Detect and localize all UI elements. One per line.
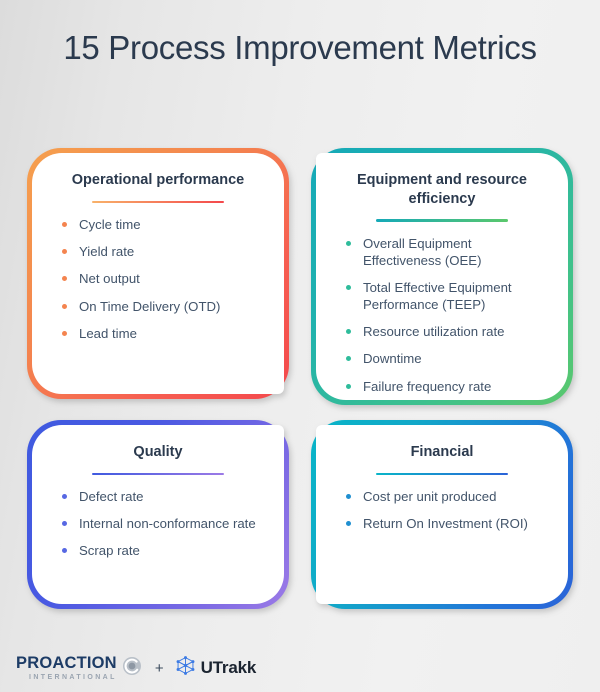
card-inner: Quality Defect rate Internal non-conform…	[32, 425, 284, 604]
list-item: Downtime	[346, 350, 548, 367]
card-title-quality: Quality	[133, 444, 183, 460]
plus-separator: +	[154, 659, 164, 677]
proaction-wordmark: PROACTION INTERNATIONAL	[16, 655, 117, 681]
metric-list-equipment-and-resource-efficiency: Overall Equipment Effectiveness (OEE) To…	[332, 235, 552, 395]
list-item: Lead time	[62, 325, 264, 342]
card-inner: Financial Cost per unit produced Return …	[316, 425, 568, 604]
list-item: Yield rate	[62, 243, 264, 260]
proaction-subtitle: INTERNATIONAL	[28, 673, 117, 681]
list-item: On Time Delivery (OTD)	[62, 298, 264, 315]
cube-network-icon	[175, 655, 196, 681]
list-item: Cycle time	[62, 216, 264, 233]
list-item: Defect rate	[62, 488, 264, 505]
card-operational-performance: Operational performance Cycle time Yield…	[27, 148, 289, 399]
card-divider	[92, 472, 224, 476]
card-quality: Quality Defect rate Internal non-conform…	[27, 420, 289, 609]
metric-list-operational-performance: Cycle time Yield rate Net output On Time…	[48, 216, 268, 342]
utrakk-name: UTrakk	[200, 658, 257, 677]
list-item: Resource utilization rate	[346, 323, 548, 340]
logo-proaction-international: PROACTION INTERNATIONAL	[16, 655, 142, 681]
list-item: Failure frequency rate	[346, 378, 548, 395]
card-inner: Equipment and resource efficiency Overal…	[316, 153, 568, 400]
proaction-name: PROACTION	[16, 654, 117, 673]
list-item: Scrap rate	[62, 542, 264, 559]
list-item: Net output	[62, 270, 264, 287]
card-divider	[376, 472, 508, 476]
list-item: Cost per unit produced	[346, 488, 548, 505]
list-item: Return On Investment (ROI)	[346, 515, 548, 532]
card-title-operational-performance: Operational performance	[71, 172, 245, 188]
card-divider	[92, 200, 224, 204]
card-divider	[376, 219, 508, 222]
card-inner: Operational performance Cycle time Yield…	[32, 153, 284, 394]
list-item: Overall Equipment Effectiveness (OEE)	[346, 235, 548, 269]
card-title-financial: Financial	[410, 444, 474, 460]
metric-list-financial: Cost per unit produced Return On Investm…	[332, 488, 552, 532]
cards-row-top: Operational performance Cycle time Yield…	[0, 148, 600, 405]
page-title: 15 Process Improvement Metrics	[63, 29, 537, 66]
card-financial: Financial Cost per unit produced Return …	[311, 420, 573, 609]
metric-list-quality: Defect rate Internal non-conformance rat…	[48, 488, 268, 559]
cards-row-bottom: Quality Defect rate Internal non-conform…	[0, 420, 600, 609]
list-item: Total Effective Equipment Performance (T…	[346, 279, 548, 313]
list-item: Internal non-conformance rate	[62, 515, 264, 532]
card-title-equipment-and-resource-efficiency: Equipment and resource efficiency	[356, 172, 527, 207]
logo-utrakk: UTrakk	[175, 655, 257, 681]
footer-branding: PROACTION INTERNATIONAL + UTrakk	[0, 644, 600, 692]
spiral-circle-icon	[122, 656, 142, 681]
card-equipment-and-resource-efficiency: Equipment and resource efficiency Overal…	[311, 148, 573, 405]
cards-grid: Operational performance Cycle time Yield…	[0, 148, 600, 609]
